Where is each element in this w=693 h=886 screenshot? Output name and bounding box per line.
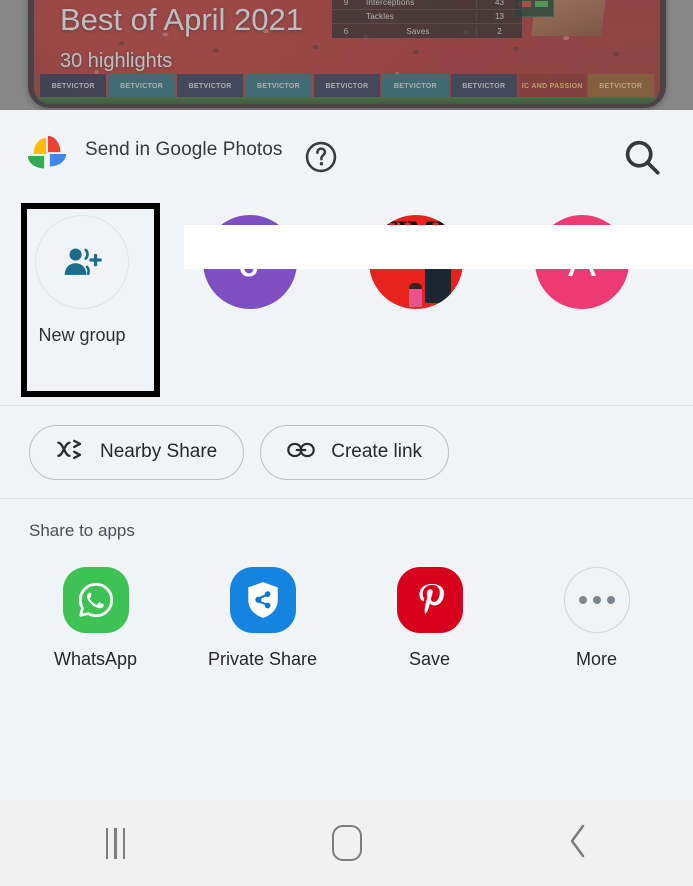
private-share-shield-icon <box>229 567 296 633</box>
recents-button[interactable] <box>0 800 231 886</box>
media-preview-region: BETVICTOR BETVICTOR BETVICTOR BETVICTOR … <box>0 0 693 110</box>
back-chevron-icon <box>567 823 589 864</box>
avatar <box>35 215 129 309</box>
ad-board: IC AND PASSION <box>519 74 586 98</box>
action-label: Create link <box>331 441 423 462</box>
stats-row: Tackles 13 <box>332 10 522 24</box>
stats-label: Saves <box>406 26 430 36</box>
back-button[interactable] <box>462 800 693 886</box>
pinterest-icon <box>396 567 463 633</box>
stats-row: 6 Saves 2 <box>332 24 522 38</box>
share-sheet: Send in Google Photos New group Nearby S… <box>0 110 693 800</box>
link-icon <box>287 442 316 463</box>
share-to-apps-section: Share to apps WhatsApp Private Share Sav… <box>0 499 693 670</box>
stats-left-value: 9 <box>343 0 349 7</box>
more-dots-icon <box>563 567 630 633</box>
create-link-button[interactable]: Create link <box>260 424 450 480</box>
system-navigation-bar <box>0 800 693 886</box>
preview-video-frame: BETVICTOR BETVICTOR BETVICTOR BETVICTOR … <box>34 0 660 104</box>
section-heading: Share to apps <box>29 521 135 540</box>
app-label: More <box>575 649 617 669</box>
app-whatsapp[interactable]: WhatsApp <box>12 567 179 670</box>
ad-board: BETVICTOR <box>382 74 449 98</box>
share-sheet-screen: BETVICTOR BETVICTOR BETVICTOR BETVICTOR … <box>0 0 693 886</box>
quick-actions-row: Nearby Share Create link <box>0 406 693 498</box>
nearby-share-icon <box>56 439 84 465</box>
nearby-share-button[interactable]: Nearby Share <box>29 424 245 480</box>
action-label: Nearby Share <box>100 441 218 462</box>
app-label: Save <box>408 649 451 669</box>
ad-board: BETVICTOR <box>313 74 381 98</box>
ad-board: BETVICTOR <box>40 74 107 98</box>
home-button[interactable] <box>231 800 462 886</box>
avatar-photo-child <box>409 283 422 307</box>
help-circle-icon[interactable] <box>303 139 339 175</box>
app-label: WhatsApp <box>53 649 138 669</box>
stats-label: Tackles <box>366 12 395 21</box>
app-private-share[interactable]: Private Share <box>179 567 346 670</box>
page-title: Send in Google Photos <box>85 139 283 160</box>
ad-board: BETVICTOR <box>176 74 244 98</box>
home-icon <box>331 825 362 861</box>
stats-left-value: 6 <box>343 26 349 36</box>
ad-board: BETVICTOR <box>450 74 518 98</box>
stats-row: 9 Interceptions 43 <box>332 0 522 10</box>
contact-label: New group <box>38 325 126 345</box>
app-more[interactable]: More <box>513 567 680 670</box>
google-photos-pinwheel-icon <box>24 134 70 176</box>
preview-subtitle: 30 highlights <box>60 50 173 72</box>
recents-icon <box>105 827 126 859</box>
redaction-bar <box>184 225 693 269</box>
app-label: Private Share <box>207 649 318 669</box>
app-save-pinterest[interactable]: Save <box>346 567 513 670</box>
stats-label: Interceptions <box>366 0 415 7</box>
sheet-header: Send in Google Photos <box>0 110 693 195</box>
dots <box>578 596 615 604</box>
ad-board: BETVICTOR <box>587 74 654 98</box>
preview-title: Best of April 2021 <box>60 2 303 37</box>
search-icon[interactable] <box>621 136 663 178</box>
whatsapp-icon <box>62 567 129 633</box>
stats-right-value: 43 <box>476 0 522 7</box>
match-stats-overlay: 1 Crosses 7 9 Interceptions 43 Tackles 1… <box>332 0 522 38</box>
stats-right-value: 2 <box>476 26 522 36</box>
pitch-strip <box>34 97 660 104</box>
ad-board: BETVICTOR <box>245 74 312 98</box>
advertising-boards: BETVICTOR BETVICTOR BETVICTOR BETVICTOR … <box>34 74 660 98</box>
preview-thumbnail[interactable]: BETVICTOR BETVICTOR BETVICTOR BETVICTOR … <box>28 0 666 108</box>
apps-row: WhatsApp Private Share Save More <box>0 567 693 670</box>
stats-right-value: 13 <box>476 12 522 21</box>
contact-new-group[interactable]: New group <box>12 215 152 346</box>
ad-board: BETVICTOR <box>108 74 175 98</box>
